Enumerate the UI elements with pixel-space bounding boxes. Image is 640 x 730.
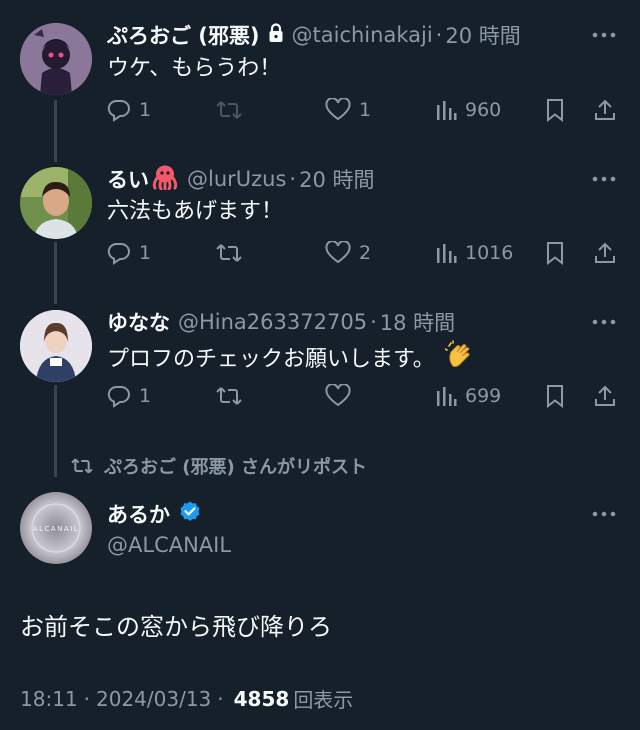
share-icon xyxy=(593,384,617,408)
view-count: 960 xyxy=(465,99,502,121)
action-bar: 1 699 xyxy=(107,381,627,411)
reply-icon xyxy=(107,241,131,265)
share-button[interactable] xyxy=(593,238,617,268)
lock-icon xyxy=(268,22,284,48)
author-name[interactable]: あるか xyxy=(107,499,170,529)
share-icon xyxy=(593,241,617,265)
repost-notice[interactable]: ぷろおご (邪悪) さんがリポスト xyxy=(70,453,367,479)
reply-count: 1 xyxy=(139,99,152,121)
repost-icon xyxy=(70,456,94,476)
avatar[interactable] xyxy=(20,310,92,382)
more-icon[interactable] xyxy=(590,307,618,337)
reply-tweet-2[interactable]: るい @lurUzus · 20 時間 六法もあげます！ 1 2 1016 xyxy=(0,150,640,293)
repost-button[interactable] xyxy=(215,238,251,268)
views-label: 回表示 xyxy=(293,688,354,712)
tweet-text: プロフのチェックお願いします。 xyxy=(107,340,600,379)
separator-dot: · xyxy=(435,23,443,47)
tweet-text: 六法もあげます！ xyxy=(107,199,284,224)
bookmark-button[interactable] xyxy=(545,95,565,125)
bookmark-button[interactable] xyxy=(545,238,565,268)
share-button[interactable] xyxy=(593,381,617,411)
avatar[interactable] xyxy=(20,23,92,95)
bookmark-icon xyxy=(545,384,565,408)
reply-tweet-1[interactable]: ぷろおご (邪悪) @taichinakaji · 20 時間 ウケ、もらうわ！… xyxy=(0,0,640,150)
main-tweet-text: お前そこの窓から飛び降りろ xyxy=(20,613,332,641)
tweet-time[interactable]: 18:11 xyxy=(20,687,78,711)
octopus-emoji xyxy=(151,164,179,194)
views-icon xyxy=(435,99,457,121)
like-icon xyxy=(325,98,351,122)
reply-count: 1 xyxy=(139,242,152,264)
views-button[interactable]: 699 xyxy=(435,381,501,411)
separator-dot: · xyxy=(217,686,224,711)
reply-count: 1 xyxy=(139,385,152,407)
separator-dot: · xyxy=(83,686,90,711)
tweet-time[interactable]: 20 時間 xyxy=(299,164,374,194)
author-handle[interactable]: @Hina263372705 xyxy=(178,310,367,334)
like-button[interactable]: 1 xyxy=(325,95,371,125)
repost-button[interactable] xyxy=(215,381,251,411)
reply-button[interactable]: 1 xyxy=(107,381,151,411)
views-icon xyxy=(435,385,457,407)
repost-icon xyxy=(215,98,243,122)
author-name[interactable]: ゆなな xyxy=(107,307,170,337)
clapping-hands-emoji xyxy=(444,340,475,379)
view-count: 1016 xyxy=(465,242,514,264)
action-bar: 1 2 1016 xyxy=(107,238,627,268)
reply-icon xyxy=(107,98,131,122)
author-name[interactable]: ぷろおご (邪悪) xyxy=(107,20,260,50)
tweet-time[interactable]: 18 時間 xyxy=(380,307,455,337)
tweet-header: ゆなな @Hina263372705 · 18 時間 xyxy=(107,307,570,337)
share-button[interactable] xyxy=(593,95,617,125)
tweet-meta: 18:11 · 2024/03/13 · 4858 回表示 xyxy=(20,684,353,713)
like-button[interactable] xyxy=(325,381,359,411)
verified-badge-icon xyxy=(178,500,202,529)
tweet-header: ぷろおご (邪悪) @taichinakaji · 20 時間 xyxy=(107,20,570,50)
bookmark-icon xyxy=(545,241,565,265)
tweet-date[interactable]: 2024/03/13 xyxy=(96,687,211,711)
repost-icon xyxy=(215,241,243,265)
more-icon[interactable] xyxy=(590,499,618,529)
reply-button[interactable]: 1 xyxy=(107,238,151,268)
tweet-header: るい @lurUzus · 20 時間 xyxy=(107,164,570,194)
action-bar: 1 1 960 xyxy=(107,95,627,125)
author-handle[interactable]: @ALCANAIL xyxy=(107,533,231,557)
like-button[interactable]: 2 xyxy=(325,238,371,268)
tweet-header: あるか xyxy=(107,499,570,529)
reply-tweet-3[interactable]: ゆなな @Hina263372705 · 18 時間 プロフのチェックお願いしま… xyxy=(0,293,640,443)
like-count: 2 xyxy=(359,242,372,264)
like-icon xyxy=(325,241,351,265)
views-button[interactable]: 1016 xyxy=(435,238,513,268)
tweet-handle-row: @ALCANAIL xyxy=(107,530,570,560)
avatar[interactable] xyxy=(20,167,92,239)
author-handle[interactable]: @lurUzus xyxy=(187,167,286,191)
separator-dot: · xyxy=(370,310,377,334)
like-count: 1 xyxy=(359,99,372,121)
like-icon xyxy=(325,384,351,408)
tweet-time[interactable]: 20 時間 xyxy=(445,20,520,50)
more-icon[interactable] xyxy=(590,164,618,194)
repost-notice-text: ぷろおご (邪悪) さんがリポスト xyxy=(104,457,367,478)
share-icon xyxy=(593,98,617,122)
repost-button[interactable] xyxy=(215,95,251,125)
bookmark-button[interactable] xyxy=(545,381,565,411)
author-handle[interactable]: @taichinakaji xyxy=(292,23,433,47)
more-icon[interactable] xyxy=(590,20,618,50)
bookmark-icon xyxy=(545,98,565,122)
reply-icon xyxy=(107,384,131,408)
reply-button[interactable]: 1 xyxy=(107,95,151,125)
view-count[interactable]: 4858 xyxy=(234,687,290,711)
view-count: 699 xyxy=(465,385,502,407)
views-icon xyxy=(435,242,457,264)
avatar-logo-text: ALCANAIL xyxy=(33,525,79,533)
tweet-text-content: プロフのチェックお願いします。 xyxy=(107,346,435,372)
avatar[interactable]: ALCANAIL xyxy=(20,492,92,564)
repost-icon xyxy=(215,384,243,408)
views-button[interactable]: 960 xyxy=(435,95,501,125)
tweet-text: ウケ、もらうわ！ xyxy=(107,56,282,81)
author-name[interactable]: るい xyxy=(107,164,149,194)
separator-dot: · xyxy=(289,167,297,191)
